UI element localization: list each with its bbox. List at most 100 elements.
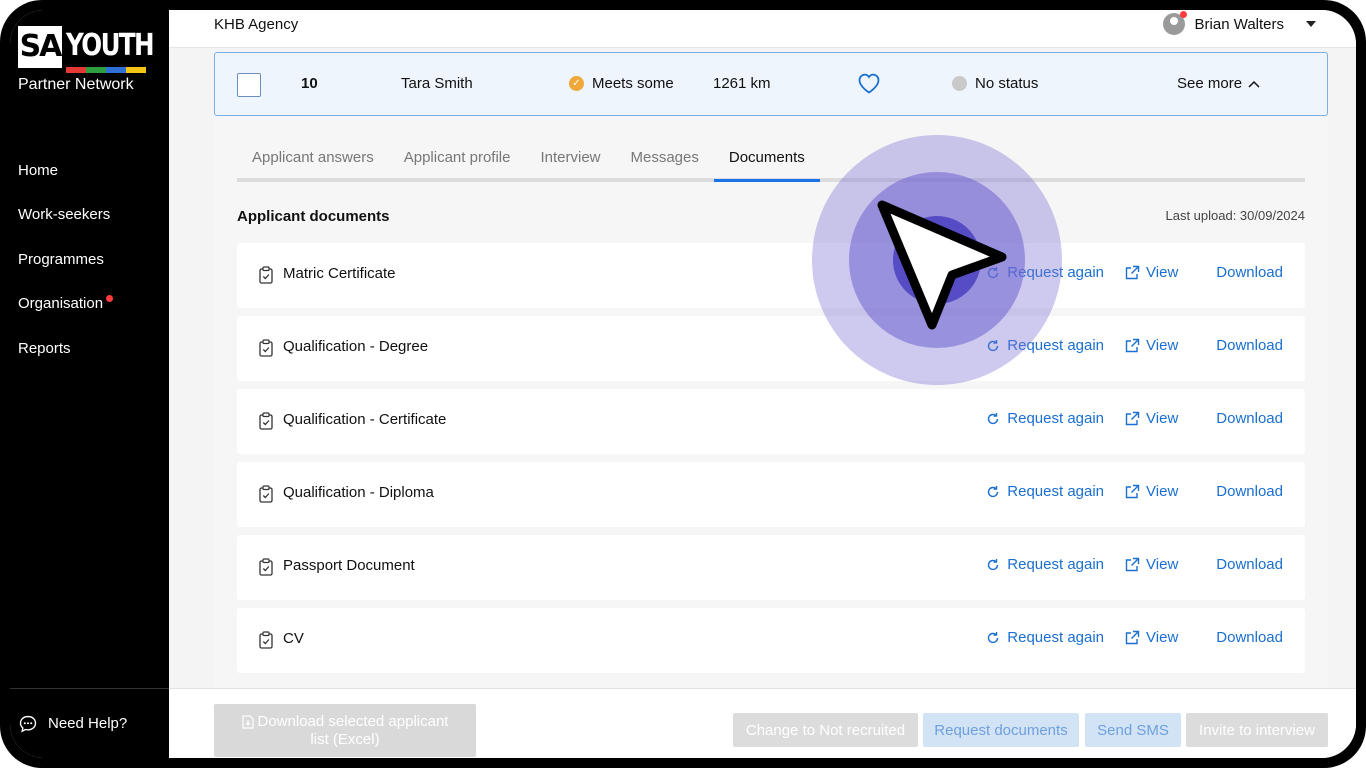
download-label: Download [1216,337,1283,354]
applicant-distance: 1261 km [713,75,771,92]
tab-label: Applicant profile [403,148,511,166]
logo-stripe-red [66,67,86,73]
download-label: Download [1216,483,1283,500]
request-again-link[interactable]: Request again [985,410,1104,427]
applicant-row[interactable]: 10 Tara Smith ✓ Meets some 1261 km No st… [214,52,1328,116]
request-again-link[interactable]: Request again [985,556,1104,573]
view-link[interactable]: View [1124,410,1178,427]
user-menu[interactable]: Brian Walters [1162,11,1316,35]
need-help-button[interactable]: Need Help? [10,688,169,758]
request-again-label: Request again [1007,483,1105,500]
external-link-icon [1125,265,1140,279]
tab-documents[interactable]: Documents [713,136,820,182]
chevron-down-icon [1306,21,1316,27]
document-actions: Request again View Download [985,264,1283,281]
see-more-label: See more [1177,75,1243,92]
sidebar-item-programmes[interactable]: Programmes [18,237,113,282]
document-name: CV [283,630,304,647]
view-label: View [1146,337,1179,354]
device-frame: SA YOUTH Partner Network Home Work-seeke… [0,0,1366,768]
document-name: Qualification - Certificate [283,411,447,428]
request-again-link[interactable]: Request again [985,629,1104,646]
applicant-status: No status [952,75,1038,92]
view-link[interactable]: View [1124,337,1178,354]
clipboard-check-icon [259,339,273,357]
sidebar-item-reports[interactable]: Reports [18,326,113,371]
tab-applicant-answers[interactable]: Applicant answers [237,136,389,178]
top-bar: KHB Agency Brian Walters [169,10,1356,48]
download-link[interactable]: Download [1216,264,1283,281]
tab-applicant-profile[interactable]: Applicant profile [389,136,526,178]
notification-dot [106,295,114,303]
view-link[interactable]: View [1124,264,1178,281]
sidebar-item-home[interactable]: Home [18,148,113,193]
tab-interview[interactable]: Interview [525,136,615,178]
change-to-not-recruited-button[interactable]: Change to Not recruited [733,713,918,747]
document-actions: Request again View Download [985,483,1283,500]
document-name: Matric Certificate [283,265,396,282]
heart-icon[interactable] [856,71,882,95]
logo-stripe-blue [106,67,126,73]
sidebar-item-label: Home [18,161,59,179]
clipboard-check-icon [259,266,273,284]
logo-stripe-green [86,67,106,73]
applicant-detail-panel: Applicant answers Applicant profile Inte… [214,116,1328,688]
document-actions: Request again View Download [985,629,1283,646]
document-row: CV Request again View Download [237,608,1305,673]
agency-name: KHB Agency [214,16,299,33]
download-link[interactable]: Download [1216,483,1283,500]
sa-youth-logo[interactable]: SA YOUTH Partner Network [18,26,158,96]
view-label: View [1146,629,1179,646]
request-again-link[interactable]: Request again [985,264,1104,281]
download-label: Download [1216,629,1283,646]
see-more-toggle[interactable]: See more [1177,75,1260,92]
download-applicant-list-button[interactable]: Download selected applicant list (Excel) [214,704,476,757]
app-window: SA YOUTH Partner Network Home Work-seeke… [10,10,1356,758]
chevron-up-icon [1248,80,1260,88]
tab-label: Messages [630,148,699,166]
tab-label: Documents [728,148,805,166]
sidebar-item-organisation[interactable]: Organisation [18,282,114,327]
request-again-label: Request again [1007,410,1105,427]
download-label-2: list (Excel) [310,730,380,748]
section-title: Applicant documents [237,208,390,225]
sidebar-item-work-seekers[interactable]: Work-seekers [18,193,113,238]
invite-to-interview-button[interactable]: Invite to interview [1186,713,1328,747]
document-row: Qualification - Certificate Request again… [237,389,1305,454]
request-again-link[interactable]: Request again [985,483,1104,500]
external-link-icon [1125,338,1140,352]
document-actions: Request again View Download [985,337,1283,354]
sidebar-item-label: Programmes [18,250,104,268]
tab-messages[interactable]: Messages [616,136,714,178]
send-sms-button[interactable]: Send SMS [1085,713,1181,747]
download-label: Download [1216,264,1283,281]
view-link[interactable]: View [1124,556,1178,573]
logo-stripe-yellow [126,67,146,73]
external-link-icon [1125,411,1140,425]
refresh-icon [988,339,999,351]
clipboard-check-icon [259,412,273,430]
clipboard-check-icon [259,558,273,576]
request-again-link[interactable]: Request again [985,337,1104,354]
download-link[interactable]: Download [1216,410,1283,427]
need-help-label: Need Help? [48,715,128,732]
status-dot-icon [952,76,967,91]
applicant-select-checkbox[interactable] [237,73,261,97]
request-documents-button[interactable]: Request documents [923,713,1079,747]
document-name: Qualification - Diploma [283,484,434,501]
external-link-icon [1125,557,1140,571]
user-name: Brian Walters [1194,15,1284,33]
sidebar-item-label: Reports [18,339,71,357]
document-name: Passport Document [283,557,415,574]
download-link[interactable]: Download [1216,629,1283,646]
download-link[interactable]: Download [1216,556,1283,573]
refresh-icon [988,631,999,643]
view-link[interactable]: View [1124,629,1178,646]
view-link[interactable]: View [1124,483,1178,500]
external-link-icon [1125,630,1140,644]
clipboard-check-icon [259,485,273,503]
documents-list: Matric Certificate Request again View Downl… [237,243,1305,681]
download-link[interactable]: Download [1216,337,1283,354]
tab-label: Interview [540,148,601,166]
download-label: Download [1216,556,1283,573]
